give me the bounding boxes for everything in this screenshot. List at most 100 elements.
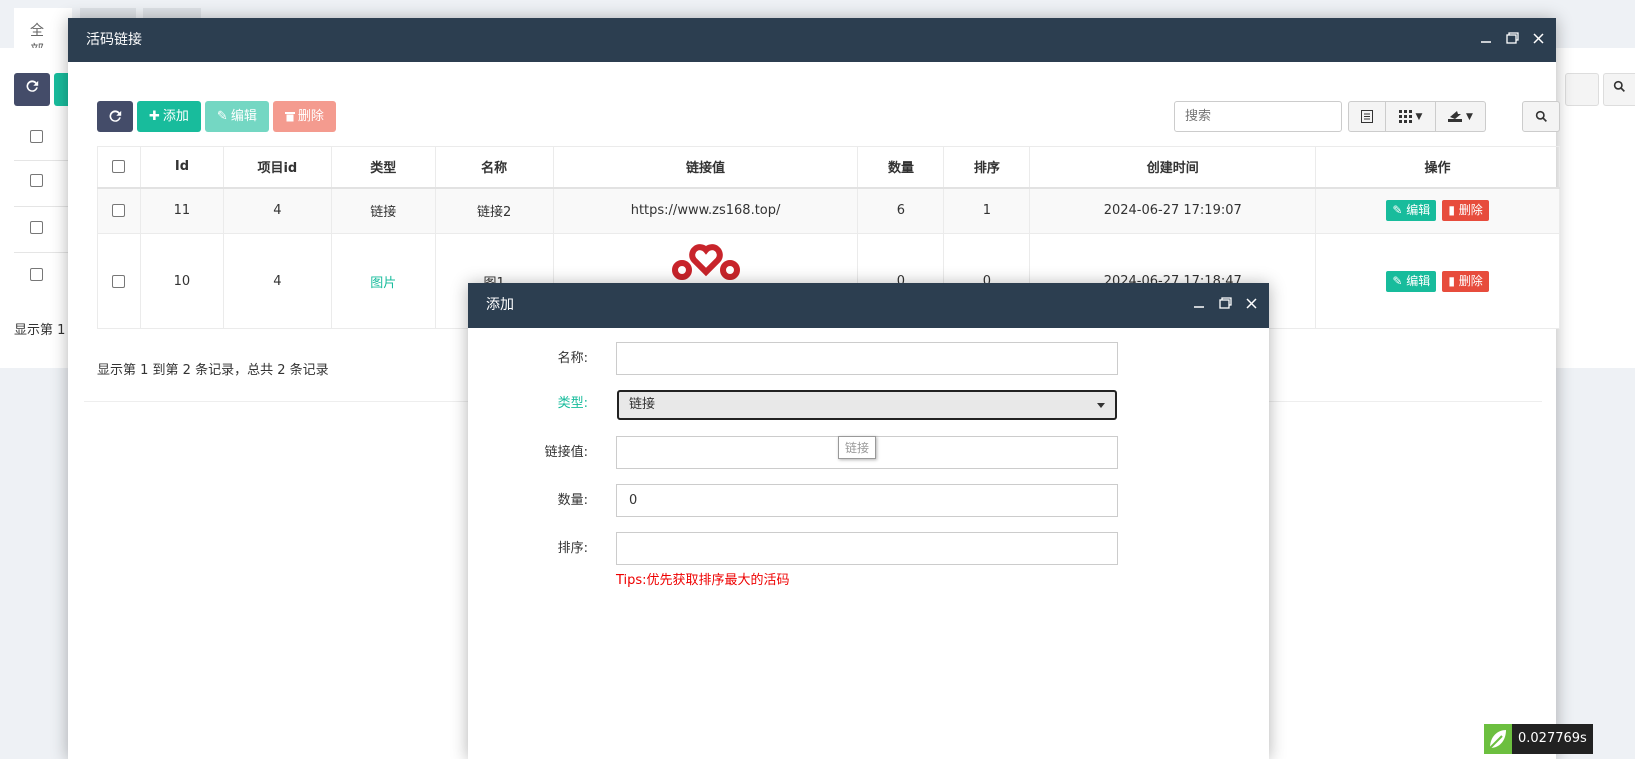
list-view-icon — [1361, 110, 1373, 123]
column-header[interactable]: Id — [139, 146, 224, 189]
column-header[interactable]: 名称 — [434, 146, 554, 189]
row-checkbox[interactable] — [112, 274, 126, 288]
add-button-label: 添加 — [162, 109, 189, 124]
debug-timing-badge[interactable]: 0.027769s — [1484, 724, 1593, 754]
value-label: 链接值: — [544, 445, 588, 460]
close-icon[interactable] — [1533, 18, 1544, 62]
export-icon — [1448, 111, 1463, 122]
debug-leaf-icon — [1484, 724, 1512, 754]
cell-id: 10 — [139, 233, 224, 329]
bg-page-info: 显示第 1 — [14, 323, 66, 338]
minimize-icon[interactable] — [1193, 283, 1205, 328]
form-row-count: 数量: 0 — [468, 484, 1269, 517]
search-input[interactable] — [1174, 101, 1342, 132]
column-header[interactable]: 数量 — [857, 146, 945, 189]
search-button[interactable] — [1522, 101, 1560, 132]
bg-search-button[interactable] — [1603, 73, 1635, 106]
delete-button[interactable]: 删除 — [272, 101, 336, 132]
bg-checkbox[interactable] — [30, 221, 43, 234]
sort-input[interactable] — [616, 532, 1118, 565]
bg-checkbox-all[interactable] — [30, 130, 43, 143]
cell-actions: ✎ 编辑 ▮ 删除 — [1315, 187, 1560, 234]
search-icon — [1535, 110, 1547, 122]
bg-refresh-button[interactable] — [14, 73, 50, 106]
row-edit-button[interactable]: ✎ 编辑 — [1386, 270, 1437, 292]
row-edit-label: 编辑 — [1406, 273, 1431, 288]
select-all-checkbox[interactable] — [112, 160, 126, 174]
grid-icon — [1398, 110, 1412, 123]
maximize-icon[interactable] — [1219, 283, 1232, 328]
cell-type[interactable]: 图片 — [330, 233, 436, 329]
count-input[interactable]: 0 — [616, 484, 1118, 517]
add-button[interactable]: ✚ 添加 — [137, 101, 201, 132]
cell-sort: 1 — [943, 187, 1031, 234]
trash-icon — [284, 112, 295, 122]
column-header[interactable]: 项目id — [222, 146, 332, 189]
column-header[interactable]: 创建时间 — [1029, 146, 1317, 189]
row-edit-label: 编辑 — [1406, 203, 1431, 218]
row-delete-label: 删除 — [1458, 203, 1483, 218]
search-icon — [1613, 80, 1625, 92]
row-delete-button[interactable]: ▮ 删除 — [1442, 270, 1489, 292]
table-row[interactable]: 11 4 链接 链接2 https://www.zs168.top/ 6 1 2… — [97, 187, 1560, 234]
export-button[interactable]: ▼ — [1436, 101, 1486, 132]
form-row-name: 名称: — [468, 342, 1269, 375]
bg-checkbox[interactable] — [30, 268, 43, 281]
bg-tool-button[interactable] — [1565, 73, 1599, 106]
refresh-icon — [26, 80, 38, 92]
debug-timing-text: 0.027769s — [1512, 724, 1593, 754]
name-input[interactable] — [616, 342, 1118, 375]
china-unicom-logo-icon — [671, 244, 740, 280]
caret-down-icon: ▼ — [1415, 111, 1423, 122]
table-header-row: Id 项目id 类型 名称 链接值 数量 排序 创建时间 操作 — [97, 146, 1560, 189]
sort-tips: Tips:优先获取排序最大的活码 — [616, 573, 790, 588]
cell-project-id: 4 — [222, 233, 332, 329]
toggle-view-button[interactable] — [1348, 101, 1386, 132]
column-header[interactable]: 类型 — [330, 146, 436, 189]
cell-actions: ✎ 编辑 ▮ 删除 — [1315, 233, 1560, 329]
pencil-icon: ✎ — [216, 109, 228, 124]
pagination-info: 显示第 1 到第 2 条记录，总共 2 条记录 — [97, 363, 329, 378]
add-dialog: 添加 名称: 类型: 链接 链接值: 链接 数量: 0 排序: Tips:优先获… — [468, 283, 1269, 759]
name-label: 名称: — [557, 351, 588, 366]
row-delete-button[interactable]: ▮ 删除 — [1442, 200, 1489, 222]
columns-button[interactable]: ▼ — [1386, 101, 1436, 132]
main-dialog-title: 活码链接 — [86, 32, 142, 48]
toolbar: ✚ 添加 ✎ 编辑 删除 — [97, 101, 336, 132]
header-checkbox-cell — [97, 146, 141, 189]
main-window-controls — [1480, 18, 1544, 62]
edit-button[interactable]: ✎ 编辑 — [204, 101, 269, 132]
column-header[interactable]: 排序 — [943, 146, 1031, 189]
cell-value: https://www.zs168.top/ — [552, 187, 859, 234]
add-dialog-header: 添加 — [468, 283, 1269, 328]
minimize-icon[interactable] — [1480, 18, 1492, 62]
divider — [14, 206, 74, 207]
count-label: 数量: — [557, 493, 588, 508]
column-header[interactable]: 链接值 — [552, 146, 859, 189]
plus-icon: ✚ — [149, 109, 160, 124]
bg-checkbox[interactable] — [30, 174, 43, 187]
table-tools: ▼ ▼ — [1348, 101, 1486, 132]
add-window-controls — [1193, 283, 1257, 328]
cell-type: 链接 — [330, 187, 436, 234]
divider — [14, 252, 74, 253]
row-delete-label: 删除 — [1458, 273, 1483, 288]
row-checkbox[interactable] — [112, 204, 126, 218]
maximize-icon[interactable] — [1506, 18, 1519, 62]
type-label: 类型: — [557, 396, 588, 411]
divider — [14, 160, 74, 161]
cell-count: 6 — [857, 187, 945, 234]
refresh-icon — [109, 110, 121, 122]
sort-label: 排序: — [557, 541, 588, 556]
close-icon[interactable] — [1246, 283, 1257, 328]
cell-name: 链接2 — [434, 187, 554, 234]
row-edit-button[interactable]: ✎ 编辑 — [1386, 200, 1437, 222]
type-select[interactable]: 链接 — [617, 390, 1117, 420]
cell-project-id: 4 — [222, 187, 332, 234]
select-tooltip: 链接 — [838, 436, 877, 459]
edit-button-label: 编辑 — [230, 109, 257, 124]
refresh-button[interactable] — [97, 101, 133, 132]
tab-all[interactable]: 全部 — [14, 8, 72, 59]
column-header: 操作 — [1315, 146, 1560, 189]
cell-id: 11 — [139, 187, 224, 234]
